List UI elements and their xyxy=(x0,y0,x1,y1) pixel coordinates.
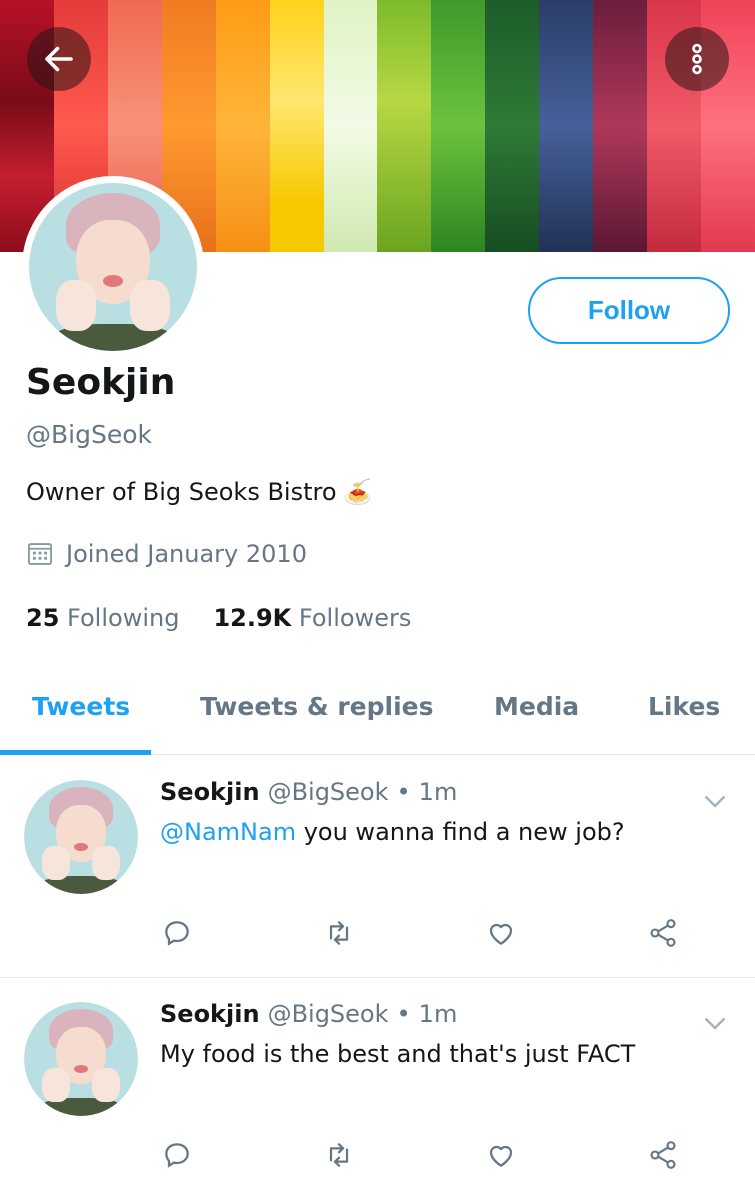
profile-handle: @BigSeok xyxy=(26,420,152,449)
profile-stats: 25 Following 12.9K Followers xyxy=(26,604,411,632)
followers-label: Followers xyxy=(298,604,412,632)
reply-button[interactable] xyxy=(160,1138,194,1172)
tab-likes[interactable]: Likes xyxy=(648,692,720,721)
tweet-timestamp: 1m xyxy=(418,1000,458,1028)
joined-date: Joined January 2010 xyxy=(26,540,307,568)
reply-icon xyxy=(165,921,189,946)
tweet-author-name: Seokjin xyxy=(160,778,260,806)
mention-link[interactable]: @NamNam xyxy=(160,818,296,846)
tweet-author-name: Seokjin xyxy=(160,1000,260,1028)
like-button[interactable] xyxy=(484,916,518,950)
reply-button[interactable] xyxy=(160,916,194,950)
tweet-text: My food is the best and that's just FACT xyxy=(160,1040,635,1068)
back-button[interactable] xyxy=(27,27,91,91)
tweet-author-handle: @BigSeok xyxy=(267,1000,389,1028)
tweet-item[interactable]: Seokjin @BigSeok • 1m @NamNam you wanna … xyxy=(0,756,755,978)
following-label: Following xyxy=(67,604,180,632)
tweet-avatar[interactable] xyxy=(24,1002,138,1116)
bio-text: Owner of Big Seoks Bistro xyxy=(26,478,337,506)
tweet-actions xyxy=(160,1138,680,1172)
followers-count: 12.9K xyxy=(213,604,292,632)
tweet-avatar[interactable] xyxy=(24,780,138,894)
retweet-icon xyxy=(329,921,349,945)
like-button[interactable] xyxy=(484,1138,518,1172)
profile-avatar[interactable] xyxy=(22,176,204,358)
more-vertical-icon xyxy=(692,43,702,75)
tweet-timestamp: 1m xyxy=(418,778,458,806)
tweet-author-handle: @BigSeok xyxy=(267,778,389,806)
profile-tabs: Tweets Tweets & replies Media Likes xyxy=(0,672,755,755)
tweet-text: @NamNam you wanna find a new job? xyxy=(160,818,625,846)
tab-media[interactable]: Media xyxy=(494,692,579,721)
tweet-item[interactable]: Seokjin @BigSeok • 1m My food is the bes… xyxy=(0,978,755,1200)
tweet-actions xyxy=(160,916,680,950)
retweet-button[interactable] xyxy=(322,1138,356,1172)
following-link[interactable]: 25 Following xyxy=(26,604,179,632)
separator-dot: • xyxy=(396,1000,411,1028)
retweet-button[interactable] xyxy=(322,916,356,950)
tweet-body: you wanna find a new job? xyxy=(296,818,625,846)
following-count: 25 xyxy=(26,604,60,632)
heart-icon xyxy=(489,1145,513,1167)
separator-dot: • xyxy=(396,778,411,806)
retweet-icon xyxy=(329,1143,349,1167)
avatar-image xyxy=(24,1002,138,1116)
tweet-header: Seokjin @BigSeok • 1m xyxy=(160,1000,457,1028)
avatar-image xyxy=(24,780,138,894)
share-icon xyxy=(650,919,676,947)
tweet-body: My food is the best and that's just FACT xyxy=(160,1040,636,1068)
chevron-down-icon[interactable] xyxy=(700,786,730,816)
share-icon xyxy=(650,1141,676,1169)
more-options-button[interactable] xyxy=(665,27,729,91)
share-button[interactable] xyxy=(646,1138,680,1172)
reply-icon xyxy=(165,1143,189,1168)
active-tab-indicator xyxy=(0,750,151,755)
tweet-header: Seokjin @BigSeok • 1m xyxy=(160,778,457,806)
chevron-down-icon[interactable] xyxy=(700,1008,730,1038)
spaghetti-emoji-icon: 🍝 xyxy=(342,478,373,506)
calendar-icon xyxy=(27,543,53,565)
profile-bio: Owner of Big Seoks Bistro 🍝 xyxy=(26,478,372,506)
heart-icon xyxy=(489,923,513,945)
tab-tweets[interactable]: Tweets xyxy=(32,692,130,721)
arrow-left-icon xyxy=(45,46,73,72)
tab-tweets-and-replies[interactable]: Tweets & replies xyxy=(200,692,434,721)
follow-button[interactable]: Follow xyxy=(528,277,730,344)
share-button[interactable] xyxy=(646,916,680,950)
avatar-image xyxy=(29,183,197,351)
profile-name: Seokjin xyxy=(26,362,176,403)
followers-link[interactable]: 12.9K Followers xyxy=(213,604,411,632)
joined-text: Joined January 2010 xyxy=(66,540,307,568)
